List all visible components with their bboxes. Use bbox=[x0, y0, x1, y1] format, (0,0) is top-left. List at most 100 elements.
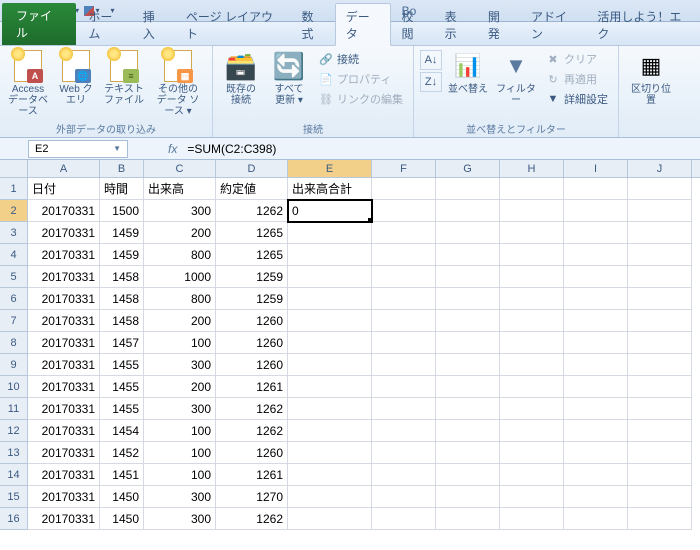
cell[interactable]: 200 bbox=[144, 376, 216, 398]
cell[interactable] bbox=[500, 420, 564, 442]
cell[interactable] bbox=[500, 508, 564, 530]
cell[interactable]: 20170331 bbox=[28, 442, 100, 464]
row-header[interactable]: 8 bbox=[0, 332, 27, 354]
tab-7[interactable]: 開発 bbox=[478, 4, 521, 45]
cell[interactable] bbox=[436, 442, 500, 464]
cell[interactable] bbox=[372, 310, 436, 332]
cell[interactable] bbox=[288, 310, 372, 332]
cell[interactable] bbox=[436, 266, 500, 288]
cell[interactable] bbox=[564, 398, 628, 420]
cell[interactable] bbox=[500, 332, 564, 354]
row-header[interactable]: 2 bbox=[0, 200, 27, 222]
cell[interactable]: 1459 bbox=[100, 222, 144, 244]
cell[interactable]: 1262 bbox=[216, 508, 288, 530]
cell[interactable] bbox=[288, 486, 372, 508]
cell[interactable] bbox=[500, 398, 564, 420]
cell[interactable] bbox=[372, 244, 436, 266]
cell[interactable]: 1500 bbox=[100, 200, 144, 222]
cell[interactable]: 100 bbox=[144, 464, 216, 486]
cell[interactable]: 20170331 bbox=[28, 332, 100, 354]
cell[interactable] bbox=[500, 288, 564, 310]
cell[interactable] bbox=[372, 200, 436, 222]
cell[interactable]: 1261 bbox=[216, 376, 288, 398]
cell[interactable] bbox=[288, 464, 372, 486]
cell[interactable]: 1260 bbox=[216, 310, 288, 332]
cell[interactable] bbox=[288, 420, 372, 442]
cell[interactable]: 日付 bbox=[28, 178, 100, 200]
cell[interactable]: 20170331 bbox=[28, 508, 100, 530]
cell[interactable] bbox=[628, 244, 692, 266]
cell[interactable]: 1454 bbox=[100, 420, 144, 442]
cell[interactable]: 出来高合計 bbox=[288, 178, 372, 200]
cell[interactable] bbox=[436, 288, 500, 310]
cell[interactable]: 300 bbox=[144, 354, 216, 376]
cell[interactable] bbox=[372, 442, 436, 464]
cell[interactable] bbox=[564, 288, 628, 310]
cell[interactable] bbox=[372, 178, 436, 200]
cell[interactable]: 100 bbox=[144, 442, 216, 464]
cell[interactable]: 300 bbox=[144, 200, 216, 222]
advanced-filter-button[interactable]: ▼詳細設定 bbox=[542, 90, 612, 108]
cell[interactable] bbox=[628, 398, 692, 420]
cell[interactable] bbox=[500, 200, 564, 222]
row-header[interactable]: 11 bbox=[0, 398, 27, 420]
clear-filter-button[interactable]: ✖クリア bbox=[542, 50, 612, 68]
row-header[interactable]: 1 bbox=[0, 178, 27, 200]
cell[interactable]: 出来高 bbox=[144, 178, 216, 200]
cell[interactable]: 1451 bbox=[100, 464, 144, 486]
from-other-button[interactable]: ▦ その他の データ ソース ▾ bbox=[150, 48, 206, 119]
cell[interactable] bbox=[288, 508, 372, 530]
cell[interactable]: 200 bbox=[144, 310, 216, 332]
cell[interactable] bbox=[500, 442, 564, 464]
cell[interactable]: 20170331 bbox=[28, 486, 100, 508]
cell[interactable] bbox=[372, 376, 436, 398]
row-header[interactable]: 4 bbox=[0, 244, 27, 266]
cell[interactable] bbox=[564, 354, 628, 376]
cell[interactable]: 1450 bbox=[100, 508, 144, 530]
cell[interactable]: 20170331 bbox=[28, 464, 100, 486]
cell[interactable] bbox=[628, 288, 692, 310]
cell[interactable] bbox=[372, 508, 436, 530]
cell[interactable]: 1260 bbox=[216, 354, 288, 376]
row-header[interactable]: 14 bbox=[0, 464, 27, 486]
cell[interactable] bbox=[372, 398, 436, 420]
cell[interactable] bbox=[564, 464, 628, 486]
cell[interactable]: 800 bbox=[144, 288, 216, 310]
cell[interactable]: 1452 bbox=[100, 442, 144, 464]
cell[interactable]: 1261 bbox=[216, 464, 288, 486]
cell[interactable] bbox=[628, 442, 692, 464]
cell[interactable]: 1262 bbox=[216, 398, 288, 420]
cell[interactable]: 1000 bbox=[144, 266, 216, 288]
cell[interactable]: 20170331 bbox=[28, 222, 100, 244]
cell[interactable]: 1457 bbox=[100, 332, 144, 354]
cell[interactable] bbox=[288, 222, 372, 244]
col-header-A[interactable]: A bbox=[28, 160, 100, 177]
row-header[interactable]: 7 bbox=[0, 310, 27, 332]
tab-0[interactable]: ホーム bbox=[78, 4, 132, 45]
cell[interactable]: 1450 bbox=[100, 486, 144, 508]
refresh-all-button[interactable]: 🔄 すべて 更新 ▾ bbox=[267, 48, 311, 108]
cell[interactable]: 1455 bbox=[100, 376, 144, 398]
cell[interactable] bbox=[500, 178, 564, 200]
tab-3[interactable]: 数式 bbox=[292, 4, 335, 45]
cell[interactable] bbox=[436, 178, 500, 200]
cell[interactable] bbox=[288, 332, 372, 354]
cell[interactable] bbox=[628, 178, 692, 200]
chevron-down-icon[interactable]: ▼ bbox=[113, 144, 121, 153]
cell[interactable]: 300 bbox=[144, 486, 216, 508]
cell[interactable]: 800 bbox=[144, 244, 216, 266]
cell[interactable] bbox=[436, 464, 500, 486]
sort-asc-button[interactable]: A↓ bbox=[420, 50, 442, 70]
col-header-B[interactable]: B bbox=[100, 160, 144, 177]
cell[interactable] bbox=[372, 288, 436, 310]
col-header-F[interactable]: F bbox=[372, 160, 436, 177]
col-header-G[interactable]: G bbox=[436, 160, 500, 177]
cell[interactable]: 100 bbox=[144, 420, 216, 442]
cell[interactable] bbox=[436, 376, 500, 398]
cell[interactable] bbox=[628, 464, 692, 486]
name-box[interactable]: E2 ▼ bbox=[28, 140, 128, 158]
cell[interactable]: 20170331 bbox=[28, 244, 100, 266]
sort-button[interactable]: 📊 並べ替え bbox=[446, 48, 490, 97]
tab-4[interactable]: データ bbox=[335, 3, 392, 46]
cell[interactable]: 20170331 bbox=[28, 398, 100, 420]
